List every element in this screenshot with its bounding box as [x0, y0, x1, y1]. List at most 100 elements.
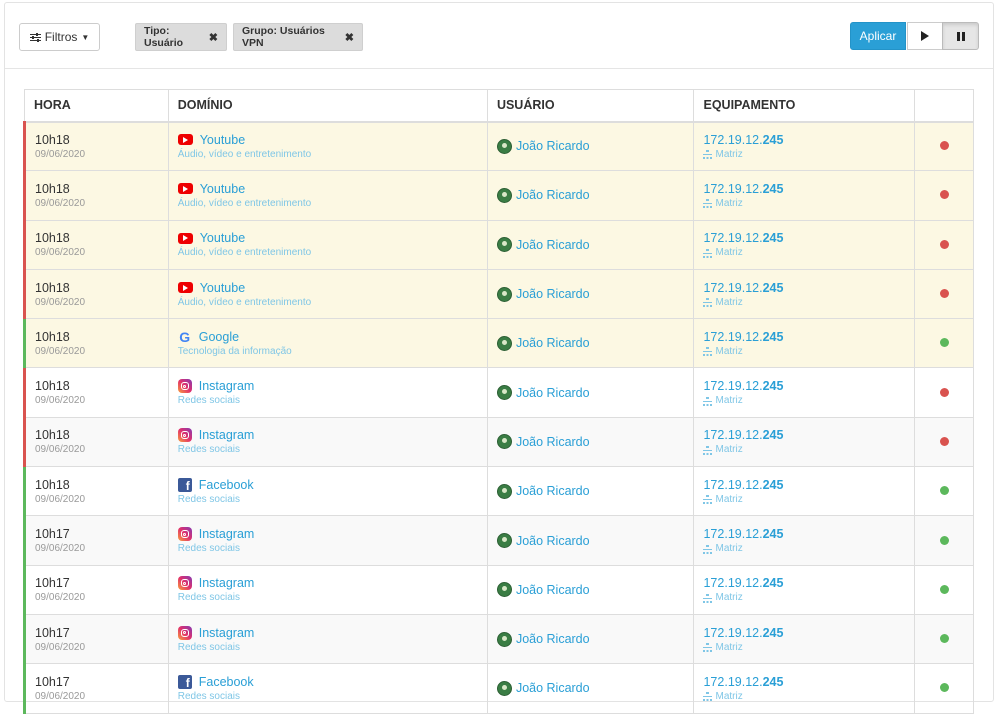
domain-category[interactable]: Redes sociais [178, 395, 478, 406]
domain-link[interactable]: Instagram [199, 576, 255, 590]
equipment-location: Matriz [715, 592, 743, 604]
table-row[interactable]: 10h17 09/06/2020 f Facebook Redes sociais Joã… [23, 663, 974, 714]
table-row[interactable]: 10h18 09/06/2020 Youtube Áudio, vídeo e ent… [23, 120, 974, 172]
remove-filter-icon[interactable]: ✖ [345, 31, 354, 44]
ip-address-link[interactable]: 172.19.12.245 [703, 281, 905, 295]
user-link[interactable]: João Ricardo [516, 583, 590, 597]
domain-category[interactable]: Áudio, vídeo e entretenimento [178, 247, 478, 258]
cell-hora: 10h17 09/06/2020 [23, 613, 169, 665]
domain-category[interactable]: Áudio, vídeo e entretenimento [178, 149, 478, 160]
table-row[interactable]: 10h18 09/06/2020 Instagram Redes sociais Joã… [23, 367, 974, 418]
cell-equipamento: 172.19.12.245 Matriz [693, 564, 916, 615]
log-time: 10h18 [35, 231, 70, 246]
pause-button[interactable] [942, 22, 979, 50]
domain-link[interactable]: Youtube [200, 231, 245, 245]
user-avatar-icon [496, 631, 512, 647]
domain-category[interactable]: Redes sociais [178, 494, 478, 505]
ip-address-link[interactable]: 172.19.12.245 [703, 626, 905, 640]
user-link[interactable]: João Ricardo [516, 386, 590, 400]
table-row[interactable]: 10h18 09/06/2020 Youtube Áudio, vídeo e ent… [23, 170, 974, 221]
ip-address-link[interactable]: 172.19.12.245 [703, 182, 905, 196]
ip-address-link[interactable]: 172.19.12.245 [703, 231, 905, 245]
domain-link[interactable]: Instagram [199, 428, 255, 442]
cell-status [914, 613, 974, 665]
domain-category[interactable]: Tecnologia da informação [178, 346, 478, 357]
user-link[interactable]: João Ricardo [516, 435, 590, 449]
cell-dominio: Youtube Áudio, vídeo e entretenimento [167, 219, 488, 270]
user-link[interactable]: João Ricardo [516, 188, 590, 202]
log-time: 10h18 [35, 379, 70, 394]
domain-category[interactable]: Redes sociais [178, 691, 478, 702]
sitemap-icon [703, 150, 713, 160]
domain-link[interactable]: Facebook [199, 675, 254, 689]
log-date: 09/06/2020 [35, 296, 86, 308]
column-header-equipamento[interactable]: EQUIPAMENTO [693, 89, 916, 123]
domain-category[interactable]: Áudio, vídeo e entretenimento [178, 297, 478, 308]
log-date: 09/06/2020 [35, 493, 86, 505]
cell-dominio: G Google Tecnologia da informação [167, 318, 488, 369]
domain-link[interactable]: Youtube [200, 182, 245, 196]
ip-suffix: 245 [762, 625, 784, 640]
apply-button[interactable]: Aplicar [850, 22, 906, 50]
table-row[interactable]: 10h17 09/06/2020 Instagram Redes sociais Joã… [23, 613, 974, 665]
ip-address-link[interactable]: 172.19.12.245 [703, 330, 905, 344]
log-date: 09/06/2020 [35, 641, 86, 653]
table-row[interactable]: 10h17 09/06/2020 Instagram Redes sociais Joã… [23, 564, 974, 615]
domain-category[interactable]: Redes sociais [178, 592, 478, 603]
user-link[interactable]: João Ricardo [516, 238, 590, 252]
ip-address-link[interactable]: 172.19.12.245 [703, 379, 905, 393]
table-row[interactable]: 10h18 09/06/2020 G Google Tecnologia da info… [23, 318, 974, 369]
cell-usuario: João Ricardo [486, 466, 695, 517]
table-row[interactable]: 10h18 09/06/2020 f Facebook Redes sociais Joã… [23, 466, 974, 517]
domain-category[interactable]: Áudio, vídeo e entretenimento [178, 198, 478, 209]
ip-address-link[interactable]: 172.19.12.245 [703, 527, 905, 541]
cell-equipamento: 172.19.12.245 Matriz [693, 416, 916, 468]
domain-link[interactable]: Instagram [199, 626, 255, 640]
user-link[interactable]: João Ricardo [516, 632, 590, 646]
log-date: 09/06/2020 [35, 197, 86, 209]
column-header-hora[interactable]: HORA [24, 89, 169, 123]
status-dot [939, 634, 949, 644]
ip-address-link[interactable]: 172.19.12.245 [703, 133, 905, 147]
table-row[interactable]: 10h18 09/06/2020 Youtube Áudio, vídeo e ent… [23, 268, 974, 320]
ip-prefix: 172.19.12. [703, 379, 763, 394]
ip-suffix: 245 [762, 379, 784, 394]
cell-usuario: João Ricardo [486, 564, 695, 615]
log-time: 10h18 [35, 329, 70, 344]
user-link[interactable]: João Ricardo [516, 681, 590, 695]
filters-dropdown-button[interactable]: Filtros ▼ [19, 23, 100, 51]
ip-address-link[interactable]: 172.19.12.245 [703, 478, 905, 492]
ip-address-link[interactable]: 172.19.12.245 [703, 576, 905, 590]
ip-address-link[interactable]: 172.19.12.245 [703, 428, 905, 442]
cell-hora: 10h18 09/06/2020 [23, 416, 169, 468]
domain-link[interactable]: Google [199, 330, 239, 344]
cell-usuario: João Ricardo [486, 219, 695, 270]
domain-link[interactable]: Instagram [199, 379, 255, 393]
cell-dominio: Instagram Redes sociais [167, 416, 488, 468]
user-link[interactable]: João Ricardo [516, 484, 590, 498]
table-row[interactable]: 10h18 09/06/2020 Instagram Redes sociais Joã… [23, 416, 974, 468]
user-link[interactable]: João Ricardo [516, 534, 590, 548]
domain-category[interactable]: Redes sociais [178, 543, 478, 554]
user-link[interactable]: João Ricardo [516, 336, 590, 350]
user-link[interactable]: João Ricardo [516, 139, 590, 153]
table-row[interactable]: 10h17 09/06/2020 Instagram Redes sociais Joã… [23, 515, 974, 566]
cell-equipamento: 172.19.12.245 Matriz [693, 268, 916, 320]
cell-dominio: Instagram Redes sociais [167, 367, 488, 418]
ip-prefix: 172.19.12. [703, 428, 763, 443]
caret-down-icon: ▼ [81, 32, 90, 42]
play-button[interactable] [907, 22, 943, 50]
domain-category[interactable]: Redes sociais [178, 642, 478, 653]
cell-dominio: Youtube Áudio, vídeo e entretenimento [167, 120, 488, 172]
column-header-usuario[interactable]: USUÁRIO [486, 89, 695, 123]
domain-link[interactable]: Facebook [199, 478, 254, 492]
domain-link[interactable]: Youtube [200, 133, 245, 147]
remove-filter-icon[interactable]: ✖ [209, 31, 218, 44]
domain-link[interactable]: Youtube [200, 281, 245, 295]
domain-category[interactable]: Redes sociais [178, 444, 478, 455]
column-header-dominio[interactable]: DOMÍNIO [167, 89, 488, 123]
user-link[interactable]: João Ricardo [516, 287, 590, 301]
domain-link[interactable]: Instagram [199, 527, 255, 541]
ip-address-link[interactable]: 172.19.12.245 [703, 675, 905, 689]
table-row[interactable]: 10h18 09/06/2020 Youtube Áudio, vídeo e ent… [23, 219, 974, 270]
